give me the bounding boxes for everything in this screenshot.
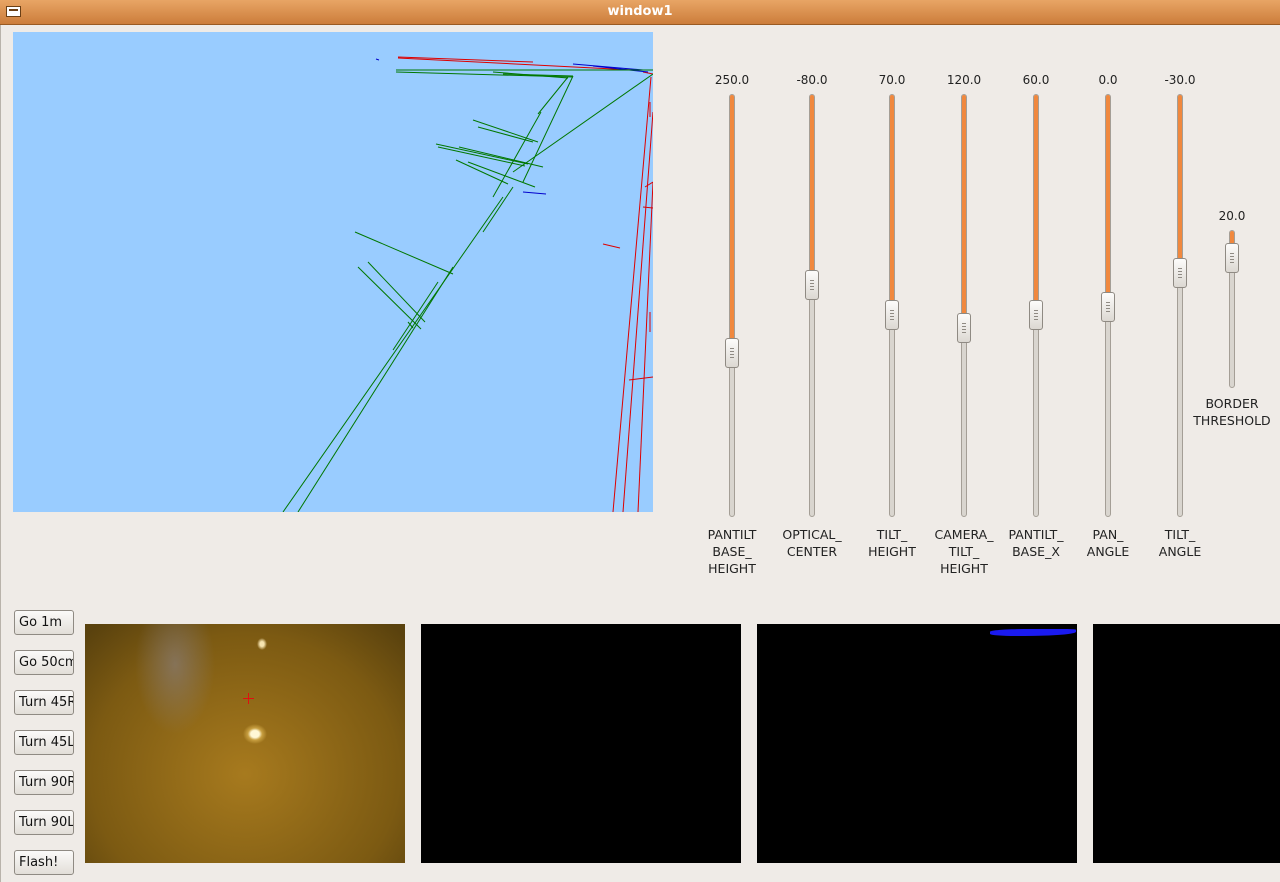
go-1m-button[interactable]: Go 1m [14,610,74,635]
slider-handle[interactable] [885,300,899,330]
turn-45l-button[interactable]: Turn 45L [14,730,74,755]
slider-track[interactable] [1173,94,1187,517]
slider-handle[interactable] [1101,292,1115,322]
slider-fill [1178,95,1182,273]
slider-label: BORDER THRESHOLD [1193,396,1271,428]
slider-value: 20.0 [1218,209,1246,223]
turn-90l-button[interactable]: Turn 90L [14,810,74,835]
slider-fill [1034,95,1038,315]
slider-fill [890,95,894,315]
window-title: window1 [607,4,673,19]
slider-value: -30.0 [1164,73,1196,87]
slider-track[interactable] [1101,94,1115,517]
title-bar: window1 [0,0,1280,25]
flash-button[interactable]: Flash! [14,850,74,875]
slider-track[interactable] [805,94,819,517]
slider-value: 70.0 [878,73,906,87]
slider-label: OPTICAL_ CENTER [782,527,842,559]
slider-fill [1106,95,1110,307]
slider-handle[interactable] [805,270,819,300]
slider-handle[interactable] [1173,258,1187,288]
processed-view-1 [421,624,741,863]
slider-track[interactable] [885,94,899,517]
map-visualization[interactable] [13,32,653,512]
slider-value: 60.0 [1022,73,1050,87]
slider-handle[interactable] [1029,300,1043,330]
crosshair-icon-vertical [248,693,249,704]
slider-value: 250.0 [714,73,750,87]
detected-blob [990,629,1076,636]
slider-track[interactable] [1029,94,1043,517]
slider-handle[interactable] [1225,243,1239,273]
slider-track[interactable] [725,94,739,517]
slider-label: PANTILT BASE_ HEIGHT [707,527,757,576]
slider-handle[interactable] [725,338,739,368]
slider-fill [730,95,734,353]
slider-fill [810,95,814,285]
slider-value: -80.0 [796,73,828,87]
slider-value: 120.0 [946,73,982,87]
slider-label: TILT_ ANGLE [1158,527,1202,559]
turn-90r-button[interactable]: Turn 90R [14,770,74,795]
slider-value: 0.0 [1098,73,1118,87]
slider-track[interactable] [957,94,971,517]
turn-45r-button[interactable]: Turn 45R [14,690,74,715]
processed-view-3 [1093,624,1280,863]
slider-handle[interactable] [957,313,971,343]
slider-fill [962,95,966,328]
processed-view-2 [757,624,1077,863]
camera-view [85,624,405,863]
go-50cm-button[interactable]: Go 50cm [14,650,74,675]
slider-track[interactable] [1225,230,1239,388]
